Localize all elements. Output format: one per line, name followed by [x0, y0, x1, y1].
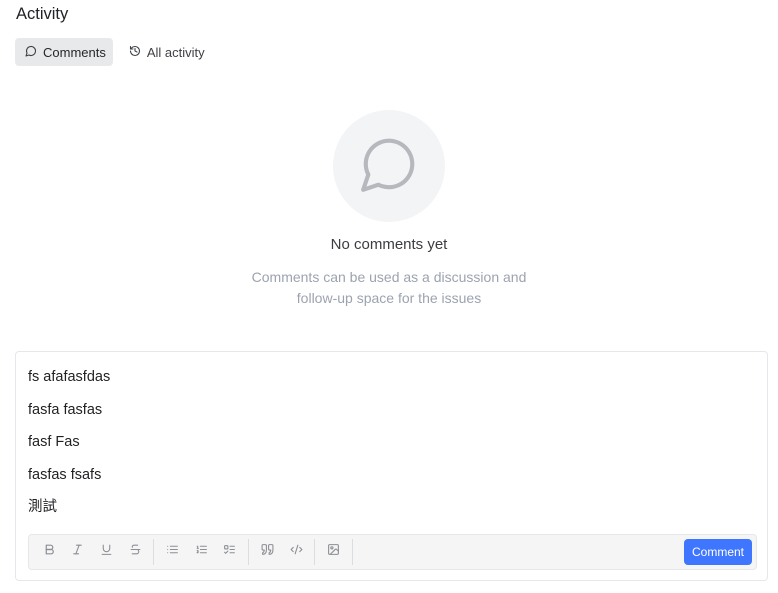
bold-icon — [43, 543, 56, 561]
page-title: Activity — [16, 5, 69, 23]
quote-icon — [261, 543, 274, 561]
empty-state-description-line: follow-up space for the issues — [296, 290, 482, 306]
media-group — [315, 539, 353, 565]
tab-all-activity-label: All activity — [146, 44, 205, 60]
text-format-group — [29, 539, 155, 565]
italic-icon — [71, 543, 84, 561]
editor-line[interactable]: 測試 — [28, 496, 755, 529]
bullet-list-icon — [166, 543, 179, 561]
task-list-icon — [223, 543, 236, 561]
editor-line[interactable]: fasfas fsafs — [28, 464, 755, 497]
editor-line[interactable]: fasfa fasfas — [28, 399, 755, 432]
bold-button[interactable] — [35, 539, 64, 565]
numbered-list-icon — [195, 543, 208, 561]
tab-comments[interactable]: Comments — [15, 38, 113, 66]
empty-state-title: No comments yet — [330, 236, 448, 253]
quote-button[interactable] — [253, 539, 282, 565]
comment-submit-button[interactable]: Comment — [683, 539, 752, 565]
editor-toolbar: Comment — [28, 534, 757, 570]
strikethrough-button[interactable] — [121, 539, 150, 565]
italic-button[interactable] — [64, 539, 93, 565]
empty-state-description: Comments can be used as a discussion and… — [224, 267, 554, 309]
comment-editor-content[interactable]: fs afafasfdas fasfa fasfas fasf Fas fasf… — [28, 366, 755, 529]
message-circle-icon — [358, 133, 420, 200]
task-list-button[interactable] — [216, 539, 245, 565]
empty-state: No comments yet Comments can be used as … — [0, 110, 778, 309]
activity-tabs: Comments All activity — [15, 38, 212, 66]
block-group — [249, 539, 316, 565]
empty-state-icon-circle — [333, 110, 445, 222]
empty-state-description-line: Comments can be used as a discussion and — [251, 269, 527, 285]
code-icon — [290, 543, 303, 561]
code-button[interactable] — [282, 539, 311, 565]
strikethrough-icon — [129, 543, 142, 561]
tab-comments-label: Comments — [43, 44, 106, 60]
bullet-list-button[interactable] — [158, 539, 187, 565]
underline-icon — [100, 543, 113, 561]
list-group — [154, 539, 250, 565]
tab-all-activity[interactable]: All activity — [119, 38, 212, 66]
message-circle-icon — [25, 45, 37, 60]
image-button[interactable] — [319, 539, 348, 565]
numbered-list-button[interactable] — [187, 539, 216, 565]
image-icon — [327, 543, 340, 561]
history-icon — [129, 45, 141, 60]
editor-line[interactable]: fs afafasfdas — [28, 366, 755, 399]
comment-editor[interactable]: fs afafasfdas fasfa fasfas fasf Fas fasf… — [15, 351, 768, 581]
editor-line[interactable]: fasf Fas — [28, 431, 755, 464]
underline-button[interactable] — [92, 539, 121, 565]
